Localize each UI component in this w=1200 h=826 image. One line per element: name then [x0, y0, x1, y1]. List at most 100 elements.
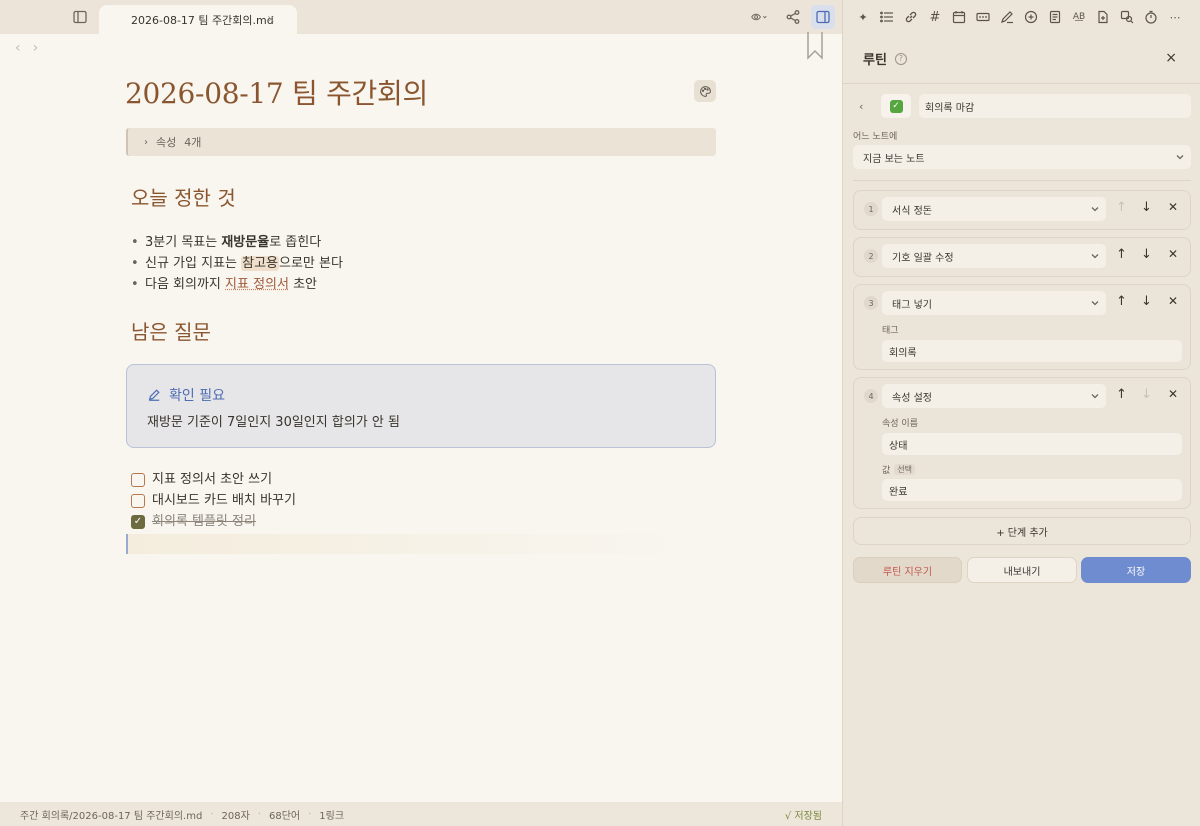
- back-arrow-icon[interactable]: ‹: [15, 40, 21, 56]
- properties-count: 4개: [184, 134, 201, 150]
- reading-view-icon[interactable]: [746, 7, 772, 27]
- spellcheck-icon[interactable]: A͟B: [1071, 9, 1087, 25]
- move-up-icon[interactable]: ↑: [1116, 387, 1127, 402]
- highlight: 참고용: [241, 256, 279, 271]
- list-item: 다음 회의까지 지표 정의서 초안: [131, 274, 343, 295]
- remove-step-icon[interactable]: ✕: [1168, 387, 1178, 401]
- close-icon[interactable]: ×: [1165, 50, 1177, 66]
- sidebar-toggle-icon[interactable]: [70, 7, 90, 27]
- remove-step-icon[interactable]: ✕: [1168, 200, 1178, 214]
- step-action-select[interactable]: 속성 설정: [882, 384, 1106, 408]
- file-icon[interactable]: [1095, 9, 1111, 25]
- page-title: 2026-08-17 팀 주간회의: [125, 72, 428, 112]
- property-name-label: 속성 이름: [882, 416, 918, 429]
- help-icon[interactable]: ?: [895, 53, 907, 65]
- routine-step-1: 1 서식 정돈 ↑ ↓ ✕: [853, 190, 1191, 230]
- remove-step-icon[interactable]: ✕: [1168, 294, 1178, 308]
- panel-title: 루틴: [863, 49, 887, 68]
- palette-icon[interactable]: [694, 80, 716, 102]
- more-icon[interactable]: ⋯: [1167, 9, 1183, 25]
- move-down-icon[interactable]: ↓: [1141, 294, 1152, 309]
- badge-icon[interactable]: [975, 9, 991, 25]
- target-label: 어느 노트에: [853, 129, 897, 142]
- move-up-icon[interactable]: ↑: [1116, 294, 1127, 309]
- chevron-down-icon: [1175, 152, 1185, 162]
- plugin-toolbar: ✦ # A͟B ⋯: [843, 0, 1200, 34]
- callout-title: 확인 필요: [147, 385, 695, 405]
- save-button[interactable]: 저장: [1081, 557, 1191, 583]
- properties-collapsed[interactable]: › 속성 4개: [126, 128, 716, 156]
- nav-arrows: ‹ ›: [15, 40, 38, 56]
- move-down-icon: ↓: [1141, 387, 1152, 402]
- chevron-down-icon: [1090, 298, 1100, 308]
- target-select[interactable]: 지금 보는 노트: [853, 145, 1191, 169]
- move-down-icon[interactable]: ↓: [1141, 200, 1152, 215]
- routine-name-row: ‹ ✓ 회의록 마감: [853, 94, 1191, 118]
- hash-icon[interactable]: #: [927, 9, 943, 25]
- tag-field-label: 태그: [882, 323, 899, 336]
- routine-step-4: 4 속성 설정 ↑ ↓ ✕ 속성 이름 상태 값 선택 완료: [853, 377, 1191, 509]
- calendar-icon[interactable]: [951, 9, 967, 25]
- task-item-done: ✓ 회의록 템플릿 정리: [131, 511, 296, 532]
- routine-emoji-picker[interactable]: ✓: [881, 94, 911, 118]
- move-up-icon: ↑: [1116, 200, 1127, 215]
- routine-name-input[interactable]: 회의록 마감: [919, 94, 1191, 118]
- move-down-icon[interactable]: ↓: [1141, 247, 1152, 262]
- document-icon[interactable]: [1047, 9, 1063, 25]
- task-checkbox[interactable]: [131, 473, 145, 487]
- active-line[interactable]: [126, 534, 706, 554]
- share-icon[interactable]: [783, 7, 803, 27]
- list-icon[interactable]: [879, 9, 895, 25]
- chevron-down-icon: [1090, 391, 1100, 401]
- chevron-down-icon: [1090, 204, 1100, 214]
- callout: 확인 필요 재방문 기준이 7일인지 30일인지 합의가 안 됨: [126, 364, 716, 448]
- task-checkbox[interactable]: [131, 494, 145, 508]
- remove-step-icon[interactable]: ✕: [1168, 247, 1178, 261]
- chevron-down-icon: [1090, 251, 1100, 261]
- status-words: 68단어: [269, 807, 300, 822]
- heading-decisions: 오늘 정한 것: [131, 182, 236, 211]
- properties-label: 속성: [156, 134, 176, 150]
- status-path: 주간 회의록/2026-08-17 팀 주간회의.md: [20, 807, 202, 822]
- tag-input[interactable]: 회의록: [882, 340, 1182, 362]
- list-item: 신규 가입 지표는 참고용으로만 본다: [131, 253, 343, 274]
- tab-title: 2026-08-17 팀 주간회의.md: [131, 12, 274, 28]
- check-emoji-icon: ✓: [890, 100, 903, 113]
- export-button[interactable]: 내보내기: [967, 557, 1077, 583]
- internal-link[interactable]: 지표 정의서: [225, 277, 289, 292]
- back-chevron-icon[interactable]: ‹: [853, 100, 871, 113]
- timer-icon[interactable]: [1143, 9, 1159, 25]
- sparkle-icon[interactable]: ✦: [855, 9, 871, 25]
- move-up-icon[interactable]: ↑: [1116, 247, 1127, 262]
- step-number: 4: [864, 389, 878, 403]
- divider: [853, 180, 1191, 181]
- callout-body: 재방문 기준이 7일인지 30일인지 합의가 안 됨: [147, 411, 695, 430]
- bookmark-icon[interactable]: [806, 32, 824, 60]
- search-replace-icon[interactable]: [1119, 9, 1135, 25]
- status-bar: 주간 회의록/2026-08-17 팀 주간회의.md · 208자 · 68단…: [0, 802, 842, 826]
- chat-plus-icon[interactable]: [1023, 9, 1039, 25]
- tab-close-icon[interactable]: ×: [267, 14, 275, 25]
- task-checkbox-checked[interactable]: ✓: [131, 515, 145, 529]
- property-name-input[interactable]: 상태: [882, 433, 1182, 455]
- routine-step-3: 3 태그 넣기 ↑ ↓ ✕ 태그 회의록: [853, 284, 1191, 370]
- property-value-label: 값 선택: [882, 463, 915, 476]
- heading-open-questions: 남은 질문: [131, 316, 211, 345]
- status-saved: √ 저장됨: [785, 807, 822, 822]
- step-action-select[interactable]: 서식 정돈: [882, 197, 1106, 221]
- clear-routine-button[interactable]: 루틴 지우기: [853, 557, 962, 583]
- panel-header: 루틴 ? ×: [843, 34, 1200, 84]
- forward-arrow-icon[interactable]: ›: [33, 40, 39, 56]
- link-icon[interactable]: [903, 9, 919, 25]
- step-action-select[interactable]: 태그 넣기: [882, 291, 1106, 315]
- list-item: 3분기 목표는 재방문율로 좁힌다: [131, 232, 343, 253]
- chevron-right-icon: ›: [144, 137, 148, 148]
- property-value-input[interactable]: 완료: [882, 479, 1182, 501]
- pen-icon[interactable]: [999, 9, 1015, 25]
- step-action-select[interactable]: 기호 일괄 수정: [882, 244, 1106, 268]
- routine-step-2: 2 기호 일괄 수정 ↑ ↓ ✕: [853, 237, 1191, 277]
- add-step-button[interactable]: + 단계 추가: [853, 517, 1191, 545]
- task-item: 지표 정의서 초안 쓰기: [131, 469, 296, 490]
- tab-active-note[interactable]: 2026-08-17 팀 주간회의.md ×: [99, 5, 297, 34]
- right-panel-toggle-icon[interactable]: [811, 5, 835, 29]
